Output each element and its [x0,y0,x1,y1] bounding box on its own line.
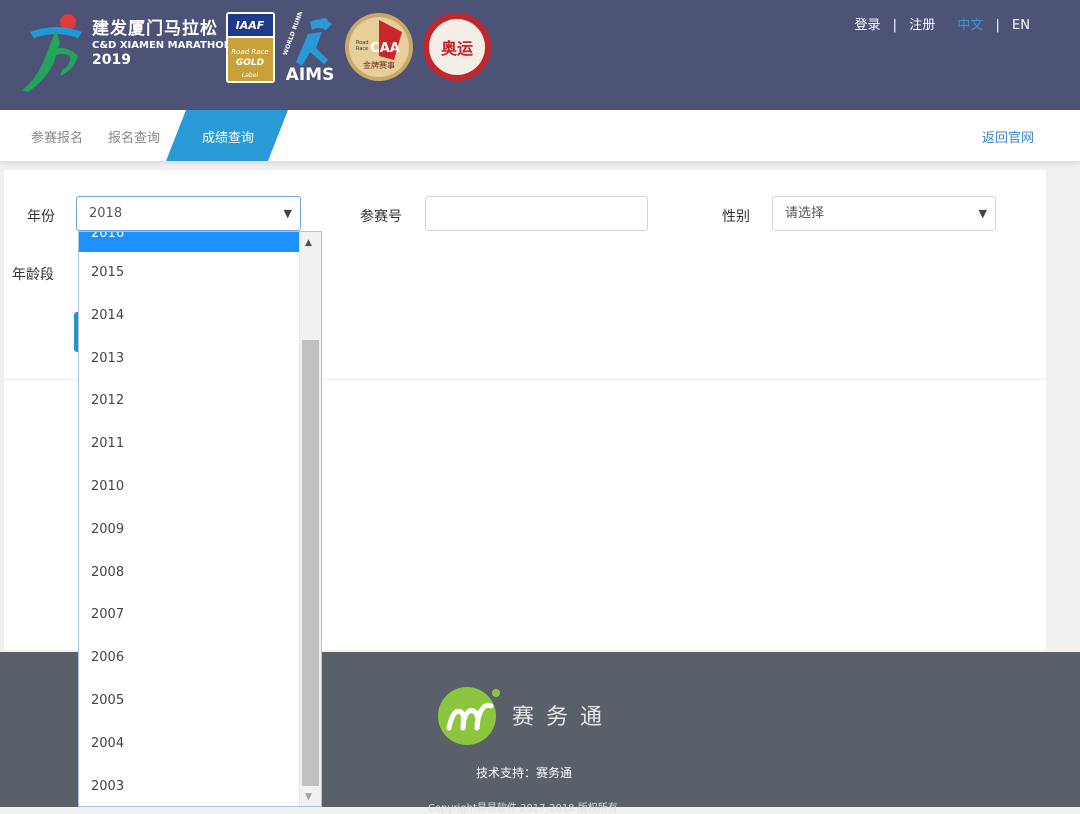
gender-select-value: 请选择 [785,206,825,221]
olympic-run-badge: 奥运 [423,13,491,81]
year-option[interactable]: 2010 [79,466,301,509]
svg-text:GOLD: GOLD [236,58,265,68]
login-link[interactable]: 登录 [855,18,881,33]
svg-text:CAA: CAA [370,41,400,56]
svg-text:金牌赛事: 金牌赛事 [363,60,395,70]
year-options: 2016 2015 2014 2013 2012 2011 2010 2009 … [79,232,301,806]
year-option[interactable]: 2012 [79,380,301,423]
tab-results-query[interactable]: 成绩查询 [202,127,254,146]
aims-badge: WORLD RUNNING AIMS [282,12,335,84]
year-option[interactable]: 2015 [79,252,301,295]
year-option[interactable]: 2014 [79,295,301,338]
logo-year: 2019 [92,52,131,68]
year-option[interactable]: 2005 [79,680,301,723]
iaaf-text: IAAF [236,19,265,32]
lang-en-link[interactable]: EN [1012,18,1030,33]
lang-separator: | [995,18,1000,33]
tab-registration[interactable]: 参赛报名 [31,127,83,146]
runner-logo-icon [22,14,82,92]
chevron-down-icon: ▼ [283,207,292,220]
svg-text:Road Race: Road Race [231,48,268,56]
tab-registration-query[interactable]: 报名查询 [108,127,160,146]
iaaf-gold-label-badge: IAAF Road Race GOLD Label [226,12,275,83]
gender-label: 性别 [722,209,750,225]
back-to-site-link[interactable]: 返回官网 [982,127,1034,146]
year-dropdown-list[interactable]: 2016 2015 2014 2013 2012 2011 2010 2009 … [78,231,322,807]
lang-cn-link[interactable]: 中文 [957,18,983,33]
logo-name-cn: 建发厦门马拉松 [92,19,218,39]
chevron-down-icon: ▼ [978,207,987,220]
footer-support: 技术支持：赛务通 [476,766,573,780]
footer-brand: 赛务通 [512,705,615,730]
year-option[interactable]: 2004 [79,723,301,766]
scrollbar-thumb[interactable] [302,340,319,786]
caa-gold-badge: Road Race CAA 金牌赛事 [345,13,413,81]
bib-label: 参赛号 [360,209,402,225]
year-select-value: 2018 [89,206,123,221]
year-option[interactable]: 2013 [79,338,301,381]
svg-text:Label: Label [242,72,259,79]
svg-text:Race: Race [356,46,368,52]
year-option[interactable]: 2006 [79,637,301,680]
saiwutong-logo-icon [438,687,500,745]
year-option[interactable]: 2009 [79,509,301,552]
gender-select[interactable]: 请选择 ▼ [772,196,996,231]
year-option[interactable]: 2003 [79,766,301,806]
site-header: 建发厦门马拉松 C&D XIAMEN MARATHON 2019 IAAF Ro… [0,0,1080,110]
year-option[interactable]: 2011 [79,423,301,466]
auth-separator: | [892,18,898,33]
auth-links: 登录 | 注册 中文 | EN [851,14,1034,33]
year-label: 年份 [27,209,55,225]
year-option-highlighted[interactable]: 2016 [79,232,301,252]
dropdown-scrollbar[interactable]: ▲ ▼ [299,232,321,806]
year-select[interactable]: 2018 ▼ [76,196,301,231]
scroll-up-arrow-icon[interactable]: ▲ [305,238,312,248]
scroll-down-arrow-icon[interactable]: ▼ [305,792,312,802]
age-group-label: 年龄段 [12,267,54,283]
register-link[interactable]: 注册 [909,18,935,33]
year-option[interactable]: 2008 [79,552,301,595]
year-option[interactable]: 2007 [79,594,301,637]
logo-name-en: C&D XIAMEN MARATHON [92,40,233,51]
bib-number-input[interactable] [425,196,648,231]
svg-text:AIMS: AIMS [286,65,335,84]
logo-text: 建发厦门马拉松 C&D XIAMEN MARATHON 2019 [92,14,232,68]
svg-text:奥运: 奥运 [441,39,473,58]
main-nav: 参赛报名 报名查询 成绩查询 返回官网 [0,110,1080,162]
